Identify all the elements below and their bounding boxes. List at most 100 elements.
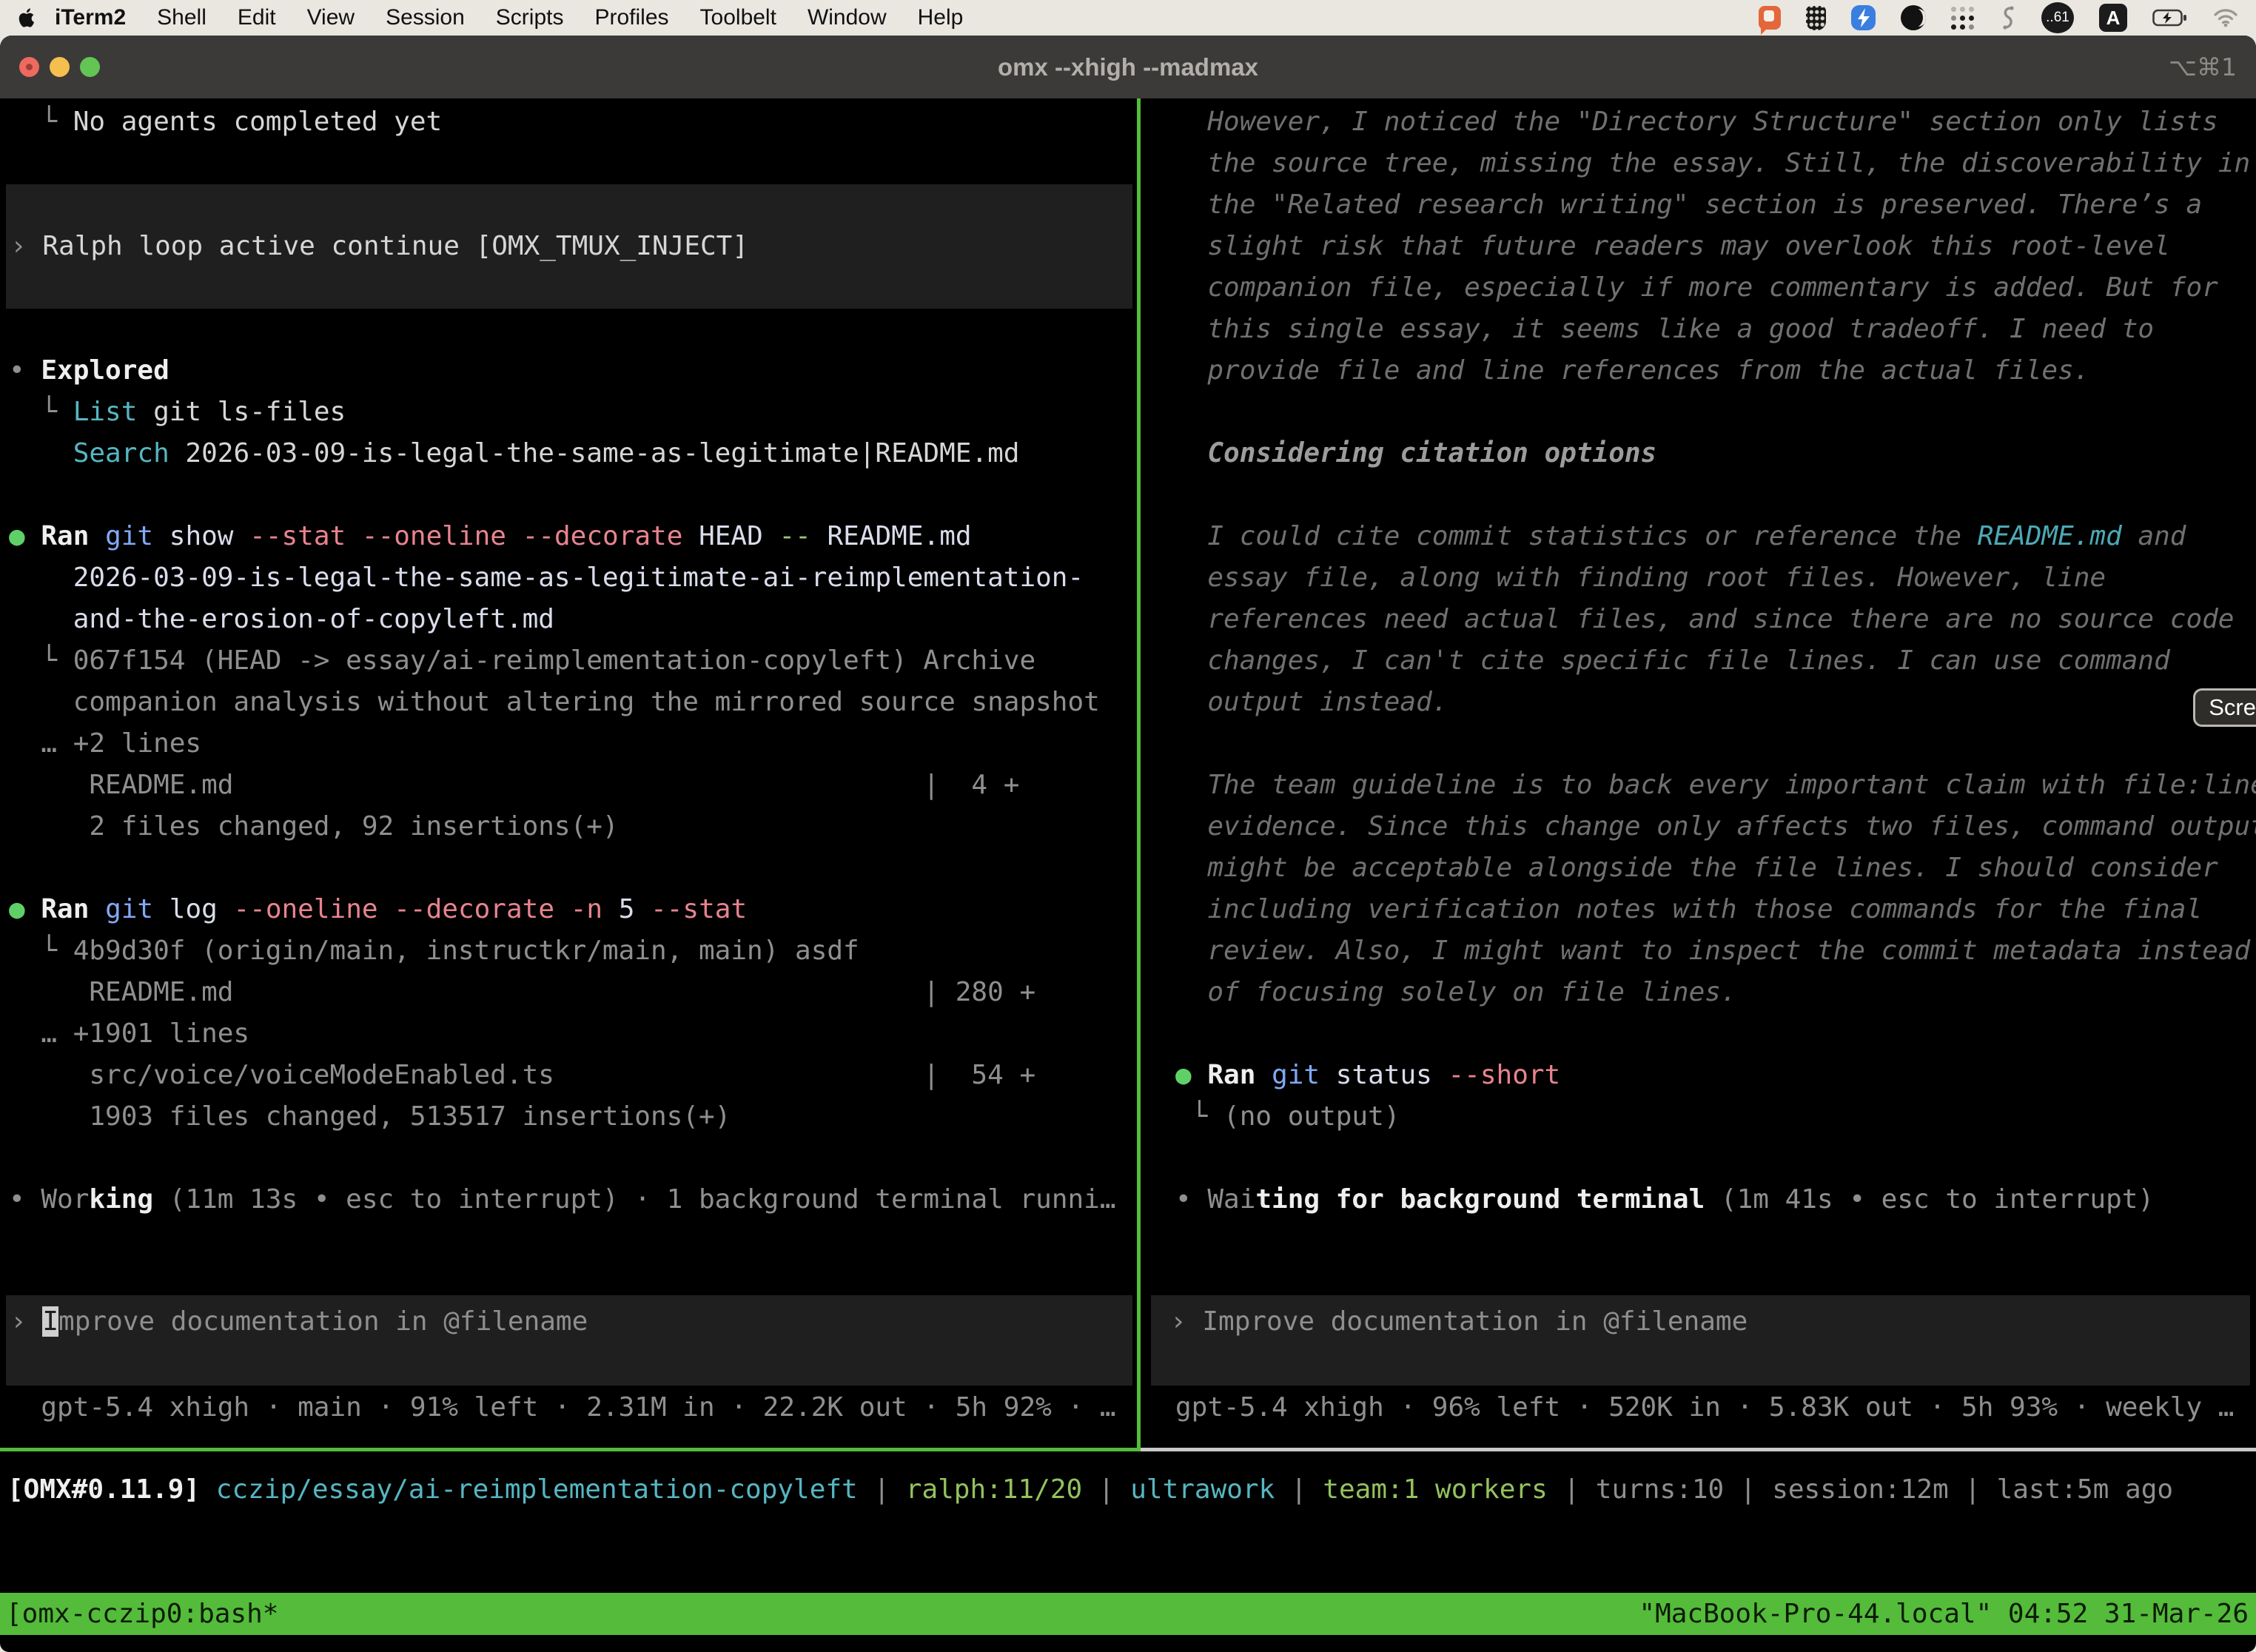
terminal-line: Search 2026-03-09-is-legal-the-same-as-l… [0,433,1137,474]
status-line-text: gpt-5.4 xhigh · main · 91% left · 2.31M … [0,1387,1137,1428]
terminal-line: companion file, especially if more comme… [1141,267,2256,309]
text-span: README.md [811,521,972,551]
text-span: --decorate [394,894,554,924]
terminal-line [0,309,1137,350]
text-span: (11m 13s • esc to interrupt) · 1 backgro… [153,1184,1115,1215]
menu-item-toolbelt[interactable]: Toolbelt [700,5,776,30]
text-span: evidence. Since this change only affects… [1175,811,2256,842]
wifi-icon[interactable] [2213,8,2238,27]
right-status-line: gpt-5.4 xhigh · 96% left · 520K in · 5.8… [1141,1387,2256,1428]
menu-item-profiles[interactable]: Profiles [594,5,668,30]
terminal-pane-right[interactable]: However, I noticed the "Directory Struct… [1141,98,2256,1448]
text-span [89,521,105,551]
text-span: └ 4b9d30f (origin/main, instructkr/main,… [9,936,859,966]
text-span: • Wor [9,1184,89,1215]
keypad-shield-icon[interactable] [1806,6,1826,30]
terminal-line: The team guideline is to back every impo… [1141,765,2256,806]
menu-item-help[interactable]: Help [918,5,964,30]
left-pane-scrollback: └ No agents completed yet› Ralph loop ac… [0,98,1137,1220]
text-span: ultrawork [1130,1474,1275,1505]
menubar-status-icons: ..61 A [1759,2,2238,33]
text-span: companion file, especially if more comme… [1175,272,2218,303]
text-span: output instead. [1175,687,1448,717]
terminal-line [1141,1013,2256,1055]
menu-item-window[interactable]: Window [808,5,887,30]
text-span: the source tree, missing the essay. Stil… [1175,148,2250,178]
battery-icon[interactable] [2152,9,2188,27]
right-prompt-input[interactable]: › Improve documentation in @filename [1151,1295,2250,1386]
squiggle-icon[interactable] [2000,5,2016,30]
text-span: ralph:11/20 [906,1474,1082,1505]
text-span: references need actual files, and since … [1175,604,2234,634]
terminal-line: README.md | 280 + [0,972,1137,1013]
terminal-line: └ No agents completed yet [0,101,1137,143]
terminal-line: provide file and line references from th… [1141,350,2256,392]
text-span [200,1474,216,1505]
screen-overlay-label: Scre [2209,694,2256,721]
text-span: git [105,521,153,551]
text-span: essay file, along with finding root file… [1175,563,2106,593]
left-prompt-input[interactable]: › Improve documentation in @filename [6,1295,1132,1386]
terminal-line: including verification notes with those … [1141,889,2256,930]
terminal-line: • Working (11m 13s • esc to interrupt) ·… [0,1179,1137,1220]
window-shortcut-badge: ⌥⌘1 [2169,36,2237,98]
menu-bar: iTerm2 Shell Edit View Session Scripts Profile… [0,0,2256,36]
terminal-line: Considering citation options [1141,433,2256,474]
text-span: └ [9,397,73,427]
pane-bottom-border [0,1448,2256,1451]
text-span: src/voice/voiceModeEnabled.ts | 54 + [9,1060,1035,1090]
terminal-line: 1903 files changed, 513517 insertions(+) [0,1096,1137,1138]
menu-item-iterm2[interactable]: iTerm2 [55,5,126,30]
counter-badge-icon[interactable]: ..61 [2041,2,2074,33]
text-span: git [1272,1060,1320,1090]
menu-item-scripts[interactable]: Scripts [496,5,564,30]
menu-item-edit[interactable]: Edit [238,5,276,30]
text-span: README.md [1978,521,2122,551]
text-span: I could cite commit statistics or refere… [1175,521,1978,551]
menu-item-session[interactable]: Session [386,5,465,30]
terminal-line [6,184,1132,226]
menu-item-shell[interactable]: Shell [157,5,207,30]
text-span: team:1 workers [1323,1474,1547,1505]
terminal-pane-left[interactable]: └ No agents completed yet› Ralph loop ac… [0,98,1137,1448]
status-line-text: gpt-5.4 xhigh · 96% left · 520K in · 5.8… [1141,1387,2256,1428]
input-line: › Improve documentation in @filename [6,1301,1132,1343]
letter-a-icon[interactable]: A [2099,4,2127,32]
crescent-icon[interactable] [1901,5,1926,30]
text-span: … +1901 lines [9,1018,249,1049]
menu-item-view[interactable]: View [307,5,355,30]
text-span [1255,1060,1272,1090]
tmux-session-label: [omx-cczip0:bash* [0,1599,278,1629]
terminal-line: might be acceptable alongside the file l… [1141,847,2256,889]
text-span: --short [1448,1060,1561,1090]
text-span: └ 067f154 (HEAD -> essay/ai-reimplementa… [9,645,1035,676]
text-span: including verification notes with those … [1175,894,2202,924]
text-span: | [1082,1474,1130,1505]
text-span: -n [571,894,602,924]
lightning-badge-icon[interactable] [1851,5,1876,30]
terminal-content: └ No agents completed yet› Ralph loop ac… [0,98,2256,1448]
apple-logo-icon[interactable] [18,7,37,29]
desktop: { "menu_bar": { "items": ["iTerm2", "She… [0,0,2256,1652]
text-span: HEAD [682,521,779,551]
terminal-line: references need actual files, and since … [1141,599,2256,640]
text-span: king [89,1184,153,1215]
dots-grid-icon[interactable] [1951,6,1975,30]
terminal-line: this single essay, it seems like a good … [1141,309,2256,350]
terminal-line: 2026-03-09-is-legal-the-same-as-legitima… [0,557,1137,599]
text-span: › [10,231,42,261]
text-span: companion analysis without altering the … [9,687,1100,717]
record-chat-icon[interactable] [1759,6,1781,30]
terminal-line: └ 067f154 (HEAD -> essay/ai-reimplementa… [0,640,1137,682]
active-pane-border-segment [0,1448,1141,1451]
text-span: However, I noticed the "Directory Struct… [1175,107,2218,137]
text-span: changes, I can't cite specific file line… [1175,645,2170,676]
text-span: this single essay, it seems like a good … [1175,314,2154,344]
screen-overlay-button[interactable]: Scre [2193,688,2256,727]
text-span: • [9,355,41,386]
text-span [506,521,523,551]
text-span: 1903 files changed, 513517 insertions(+) [9,1101,731,1132]
terminal-line [1141,1138,2256,1179]
terminal-line: review. Also, I might want to inspect th… [1141,930,2256,972]
right-pane-scrollback: However, I noticed the "Directory Struct… [1141,98,2256,1220]
